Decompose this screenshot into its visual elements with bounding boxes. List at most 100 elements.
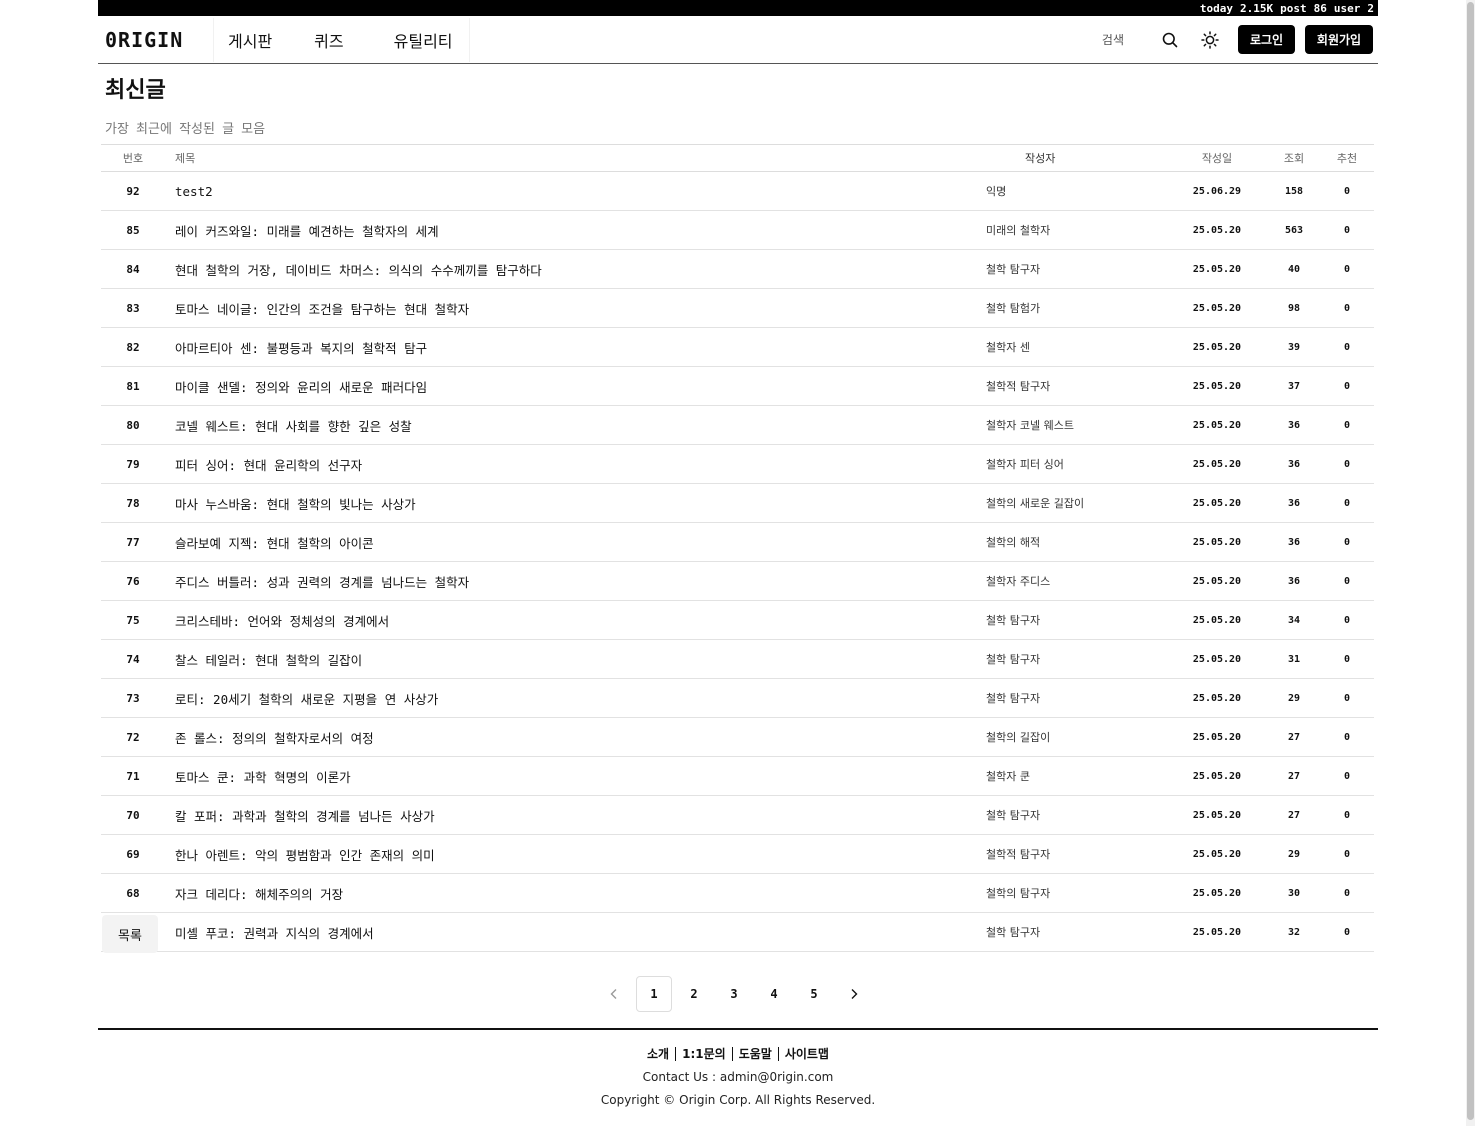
footer-link-about[interactable]: 소개 [641,1047,675,1061]
table-row[interactable]: 74 찰스 테일러: 현대 철학의 길잡이 철학 탐구자 25.05.20 31 0 [101,639,1374,679]
footer-link-inquiry[interactable]: 1:1문의 [675,1047,732,1061]
post-date: 25.05.20 [1166,327,1268,367]
table-row[interactable]: 84 현대 철학의 거장, 데이비드 차머스: 의식의 수수께끼를 탐구하다 철학 … [101,249,1374,289]
post-date: 25.05.20 [1166,834,1268,874]
post-number: 71 [101,756,165,796]
post-likes: 0 [1320,600,1374,640]
footer-link-sitemap[interactable]: 사이트맵 [777,1047,835,1061]
table-row[interactable]: 69 한나 아렌트: 악의 평범함과 인간 존재의 의미 철학적 탐구자 25.05.… [101,834,1374,874]
post-title-link[interactable]: 존 롤스: 정의의 철학자로서의 여정 [165,717,985,757]
table-row[interactable]: 70 칼 포퍼: 과학과 철학의 경계를 넘나든 사상가 철학 탐구자 25.05.2… [101,795,1374,835]
post-title-link[interactable]: 찰스 테일러: 현대 철학의 길잡이 [165,639,985,679]
table-row[interactable]: 72 존 롤스: 정의의 철학자로서의 여정 철학의 길잡이 25.05.20 27 0 [101,717,1374,757]
footer-link-help[interactable]: 도움말 [731,1047,778,1061]
table-row[interactable]: 71 토마스 쿤: 과학 혁명의 이론가 철학자 쿤 25.05.20 27 0 [101,756,1374,796]
table-row[interactable]: 68 자크 데리다: 해체주의의 거장 철학의 탐구자 25.05.20 30 0 [101,873,1374,913]
table-row[interactable]: 67미셸 푸코: 권력과 지식의 경계에서철학 탐구자25.05.20320 [101,912,1374,952]
table-row[interactable]: 83 토마스 네이글: 인간의 조건을 탐구하는 현대 철학자 철학 탐험가 25.0… [101,288,1374,328]
post-views: 563 [1268,210,1320,250]
page-4[interactable]: 4 [756,976,792,1012]
post-likes: 0 [1320,873,1374,913]
post-title-link[interactable]: 현대 철학의 거장, 데이비드 차머스: 의식의 수수께끼를 탐구하다 [165,249,985,289]
nav-quiz[interactable]: 퀴즈 [300,28,379,52]
post-likes: 0 [1320,834,1374,874]
table-row[interactable]: 80 코넬 웨스트: 현대 사회를 향한 깊은 성찰 철학자 코넬 웨스트 25.05… [101,405,1374,445]
post-title-link[interactable]: 칼 포퍼: 과학과 철학의 경계를 넘나든 사상가 [165,795,985,835]
footer-copyright: Copyright © Origin Corp. All Rights Rese… [600,1093,876,1107]
table-row[interactable]: 85 레이 커즈와일: 미래를 예견하는 철학자의 세계 미래의 철학자 25.05.… [101,210,1374,250]
post-views: 30 [1268,873,1320,913]
post-title-link[interactable]: 토마스 쿤: 과학 혁명의 이론가 [165,756,985,796]
site-logo[interactable]: 0RIGIN [105,28,213,52]
post-number: 81 [101,366,165,406]
nav-utility[interactable]: 유틸리티 [380,28,467,52]
post-views: 98 [1268,288,1320,328]
post-title-link[interactable]: 피터 싱어: 현대 윤리학의 선구자 [165,444,985,484]
post-number: 75 [101,600,165,640]
post-likes: 0 [1320,288,1374,328]
page-heading: 최신글 가장 최근에 작성된 글 모음 [105,72,265,137]
table-row[interactable]: 77 슬라보예 지젝: 현대 철학의 아이콘 철학의 해적 25.05.20 36 0 [101,522,1374,562]
post-likes: 0 [1320,444,1374,484]
post-title-link[interactable]: 코넬 웨스트: 현대 사회를 향한 깊은 성찰 [165,405,985,445]
post-views: 36 [1268,522,1320,562]
chevron-right-icon[interactable] [836,976,872,1012]
table-row[interactable]: 82 아마르티아 센: 불평등과 복지의 철학적 탐구 철학자 센 25.05.20 3… [101,327,1374,367]
page-5[interactable]: 5 [796,976,832,1012]
list-button[interactable]: 목록 [102,915,158,953]
login-button[interactable]: 로그인 [1238,25,1295,54]
post-title-link[interactable]: 아마르티아 센: 불평등과 복지의 철학적 탐구 [165,327,985,367]
post-author: 철학 탐구자 [985,795,1166,835]
post-number: 77 [101,522,165,562]
post-title-link[interactable]: 자크 데리다: 해체주의의 거장 [165,873,985,913]
scrollbar-thumb[interactable] [1467,2,1474,1120]
post-title-link[interactable]: 마사 누스바움: 현대 철학의 빛나는 사상가 [165,483,985,523]
chevron-left-icon[interactable] [596,976,632,1012]
theme-toggle-sun-icon[interactable] [1198,28,1222,52]
post-likes: 0 [1320,405,1374,445]
signup-button[interactable]: 회원가입 [1305,25,1373,54]
page-1[interactable]: 1 [636,976,672,1012]
table-row[interactable]: 75 크리스테바: 언어와 정체성의 경계에서 철학 탐구자 25.05.20 34 0 [101,600,1374,640]
table-row[interactable]: 73 로티: 20세기 철학의 새로운 지평을 연 사상가 철학 탐구자 25.05.… [101,678,1374,718]
post-date: 25.05.20 [1166,288,1268,328]
post-number: 78 [101,483,165,523]
post-title-link[interactable]: test2 [165,171,985,211]
post-title-link[interactable]: 미셸 푸코: 권력과 지식의 경계에서 [165,912,985,952]
post-views: 27 [1268,756,1320,796]
nav-board[interactable]: 게시판 [216,28,300,52]
post-date: 25.05.20 [1166,756,1268,796]
post-likes: 0 [1320,210,1374,250]
table-row[interactable]: 92 test2 익명 25.06.29 158 0 [101,171,1374,211]
table-row[interactable]: 79 피터 싱어: 현대 윤리학의 선구자 철학자 피터 싱어 25.05.20 36 0 [101,444,1374,484]
table-row[interactable]: 76 주디스 버틀러: 성과 권력의 경계를 넘나드는 철학자 철학자 주디스 25.… [101,561,1374,601]
post-date: 25.05.20 [1166,210,1268,250]
post-number: 69 [101,834,165,874]
post-title-link[interactable]: 크리스테바: 언어와 정체성의 경계에서 [165,600,985,640]
post-title-link[interactable]: 마이클 샌델: 정의와 윤리의 새로운 패러다임 [165,366,985,406]
search-label[interactable]: 검색 [1102,31,1124,48]
post-title-link[interactable]: 로티: 20세기 철학의 새로운 지평을 연 사상가 [165,678,985,718]
post-title-link[interactable]: 한나 아렌트: 악의 평범함과 인간 존재의 의미 [165,834,985,874]
post-number: 76 [101,561,165,601]
post-author: 철학적 탐구자 [985,366,1166,406]
post-author: 철학 탐구자 [985,639,1166,679]
post-date: 25.05.20 [1166,717,1268,757]
post-number: 70 [101,795,165,835]
vertical-scrollbar[interactable] [1466,0,1475,1126]
post-author: 철학자 주디스 [985,561,1166,601]
footer-contact: Contact Us : admin@0rigin.com [642,1070,834,1084]
post-table: 번호 제목 작성자 작성일 조회 추천 92 test2 익명 25.06.29 158… [101,144,1374,952]
table-row[interactable]: 78 마사 누스바움: 현대 철학의 빛나는 사상가 철학의 새로운 길잡이 25.0… [101,483,1374,523]
col-title: 제목 [165,144,985,172]
table-row[interactable]: 81 마이클 샌델: 정의와 윤리의 새로운 패러다임 철학적 탐구자 25.05.2… [101,366,1374,406]
post-likes: 0 [1320,639,1374,679]
search-icon[interactable] [1158,28,1182,52]
post-title-link[interactable]: 주디스 버틀러: 성과 권력의 경계를 넘나드는 철학자 [165,561,985,601]
post-title-link[interactable]: 토마스 네이글: 인간의 조건을 탐구하는 현대 철학자 [165,288,985,328]
page-2[interactable]: 2 [676,976,712,1012]
page-3[interactable]: 3 [716,976,752,1012]
post-title-link[interactable]: 레이 커즈와일: 미래를 예견하는 철학자의 세계 [165,210,985,250]
post-date: 25.05.20 [1166,366,1268,406]
post-title-link[interactable]: 슬라보예 지젝: 현대 철학의 아이콘 [165,522,985,562]
